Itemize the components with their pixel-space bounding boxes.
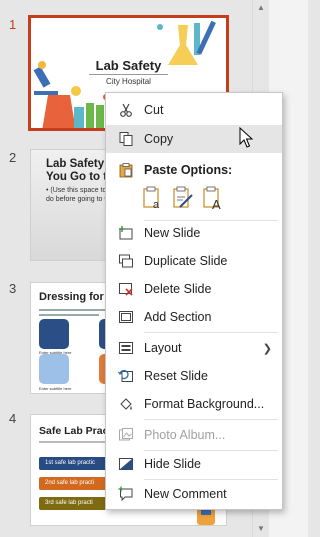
paste-options-header: Paste Options: [144,163,233,177]
mouse-pointer-icon [239,127,253,148]
menu-item-reset-slide[interactable]: Reset Slide [106,362,282,390]
menu-item-duplicate-slide[interactable]: Duplicate Slide [106,247,282,275]
title-divider [89,74,168,75]
tile-dark-blue [39,319,69,349]
menu-item-label: Copy [144,132,174,146]
menu-item-label: Photo Album... [144,428,226,442]
menu-item-cut[interactable]: Cut [106,96,282,124]
slide-1-subtitle: City Hospital [106,77,151,86]
menu-item-new-comment[interactable]: New Comment [106,480,282,508]
format-background-icon [120,398,132,410]
chevron-right-icon: ❯ [262,342,272,355]
tile-label: Enter subtitle here [39,386,72,391]
menu-item-label: Cut [144,103,164,117]
photo-album-icon [119,428,133,441]
menu-item-label: Add Section [144,310,212,324]
tile-label: Enter subtitle here [39,350,72,355]
menu-item-label: Layout [144,341,182,355]
delete-slide-icon [119,283,133,296]
menu-item-new-slide[interactable]: New Slide [106,219,282,247]
add-section-icon [119,311,133,323]
slide-number-3: 3 [9,281,17,296]
paste-options-group: a A [142,185,224,211]
slide-number-2: 2 [9,150,17,165]
svg-text:a: a [153,199,160,211]
menu-item-label: Hide Slide [144,457,201,471]
slide-3-text-placeholder [39,309,109,311]
duplicate-slide-icon [119,254,133,268]
copy-icon [119,132,133,146]
layout-icon [119,342,133,354]
hide-slide-icon [119,458,133,470]
new-slide-icon [119,226,133,240]
menu-item-label: New Slide [144,226,201,240]
menu-item-hide-slide[interactable]: Hide Slide [106,450,282,478]
context-menu: Cut Copy Paste Options: a A New Slide Du… [105,92,283,510]
menu-item-label: Delete Slide [144,282,212,296]
paste-text-only-icon[interactable]: A [202,185,224,211]
menu-item-format-background[interactable]: Format Background... [106,390,282,418]
menu-separator [144,419,278,420]
reset-slide-icon [118,369,133,382]
menu-separator [144,332,278,333]
menu-item-label: Duplicate Slide [144,254,228,268]
svg-text:A: A [212,197,221,211]
slide-3-text-placeholder [39,314,99,316]
tile-light-blue [39,354,69,384]
slide-1-title: Lab Safety [95,58,162,73]
menu-item-add-section[interactable]: Add Section [106,303,282,331]
scissors-icon [120,103,132,117]
menu-item-label: Format Background... [144,397,265,411]
clipboard-icon [119,163,133,178]
practice-item-2: 2nd safe lab practi [39,477,113,490]
menu-item-layout[interactable]: Layout ❯ [106,334,282,362]
menu-item-copy[interactable]: Copy [106,125,282,153]
menu-item-label: Reset Slide [144,369,208,383]
menu-item-delete-slide[interactable]: Delete Slide [106,275,282,303]
practice-item-3: 3rd safe lab practi [39,497,113,510]
paste-picture-icon[interactable] [172,185,194,211]
paste-keep-formatting-icon[interactable]: a [142,185,164,211]
chevron-down-icon[interactable]: ▼ [253,521,269,537]
menu-item-label: New Comment [144,487,227,501]
slide-number-4: 4 [9,411,17,426]
menu-item-photo-album[interactable]: Photo Album... [106,421,282,449]
practice-item-1: 1st safe lab practic [39,457,113,470]
chevron-up-icon[interactable]: ▲ [253,0,269,16]
new-comment-icon [118,486,133,502]
slide-number-1: 1 [9,17,17,32]
